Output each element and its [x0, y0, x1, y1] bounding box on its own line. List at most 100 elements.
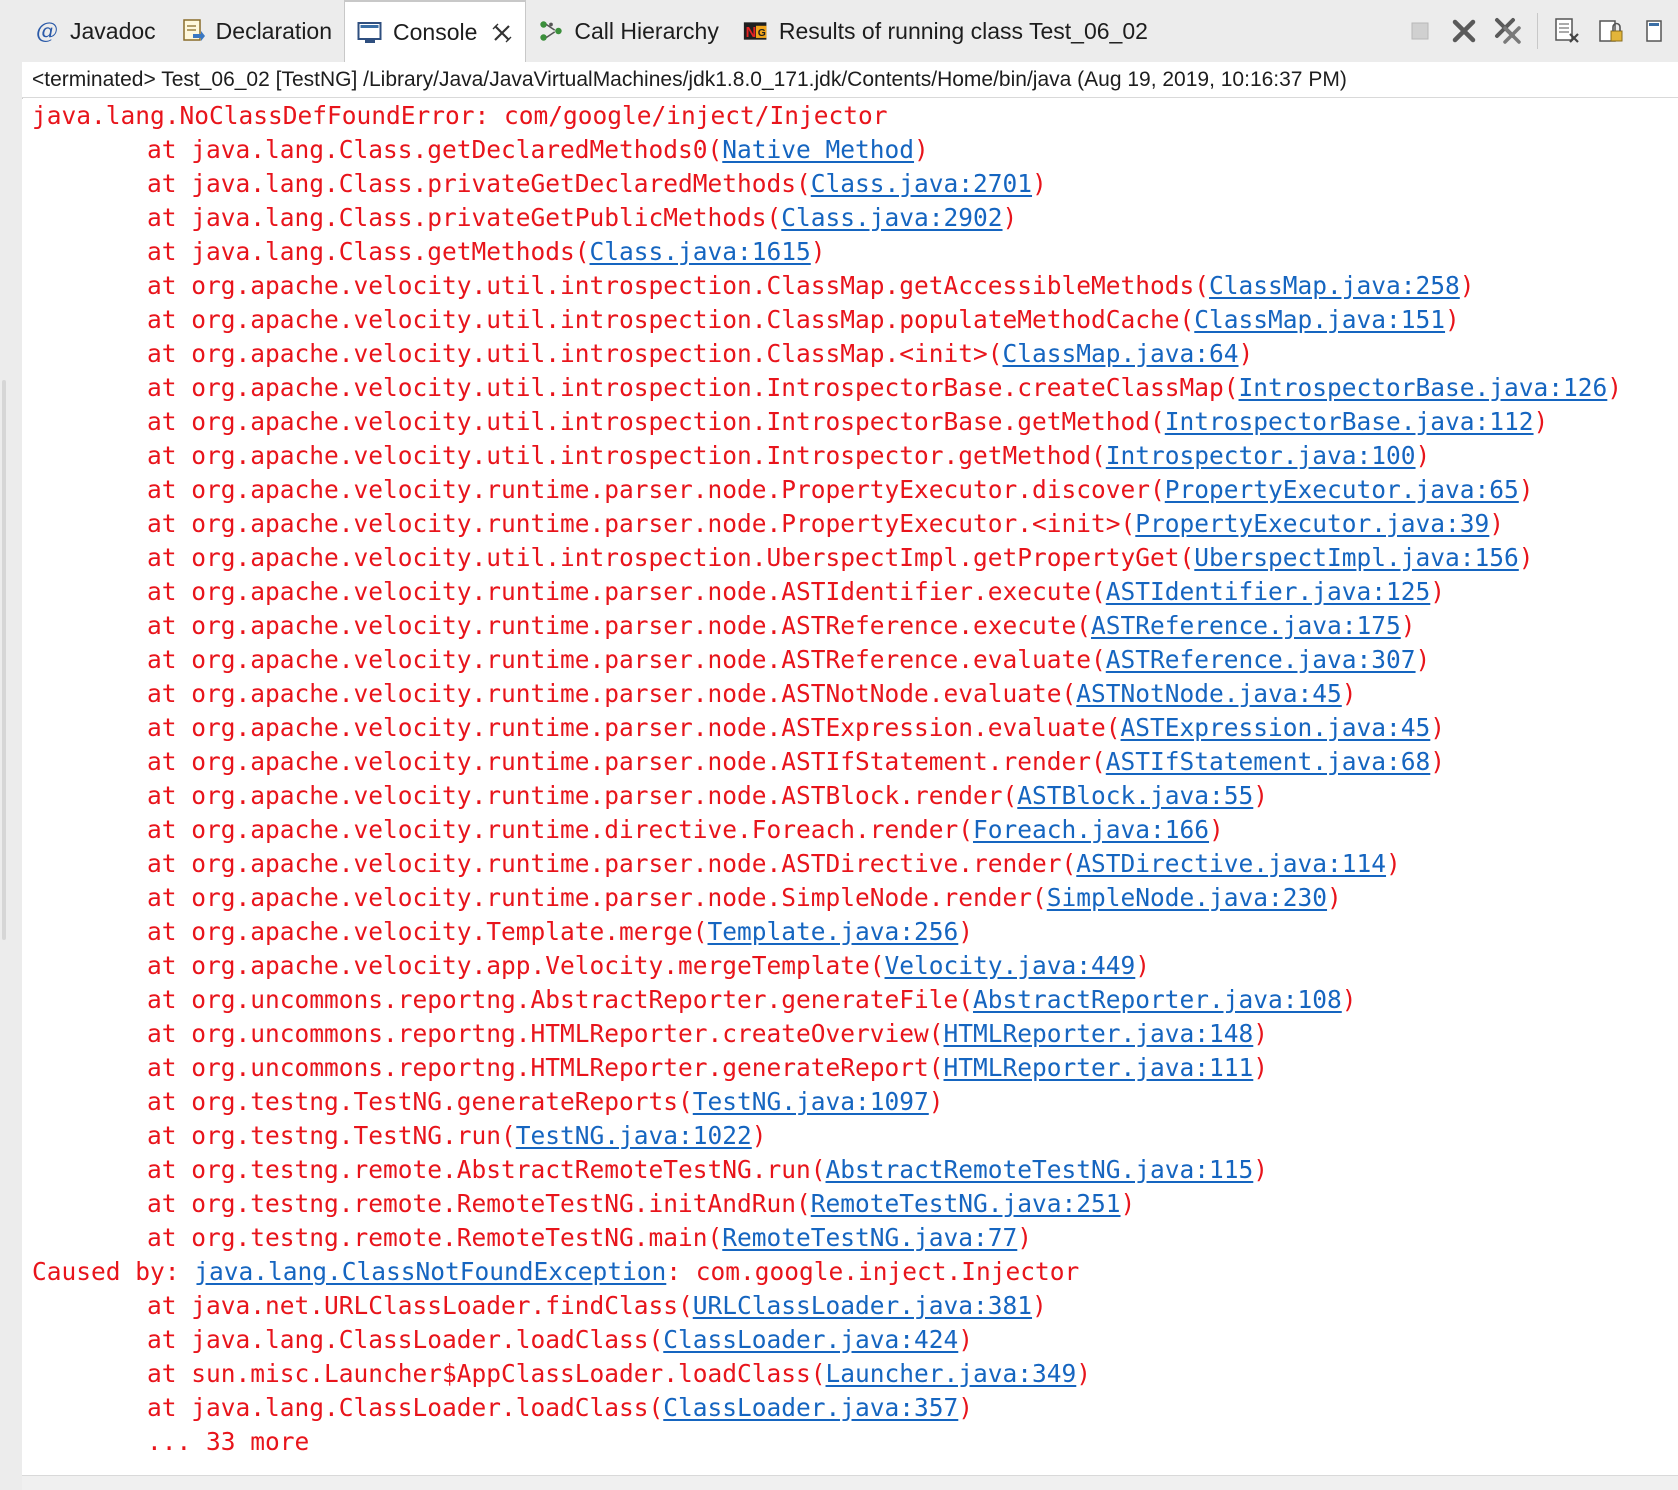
scroll-lock-icon[interactable] — [1596, 16, 1626, 46]
stack-frame-line: at sun.misc.Launcher$AppClassLoader.load… — [22, 1357, 1678, 1391]
stack-frame-text: at org.apache.velocity.runtime.parser.no… — [147, 747, 1106, 776]
source-link[interactable]: ASTExpression.java:45 — [1121, 713, 1431, 742]
stack-frame-suffix: ) — [1253, 1019, 1269, 1048]
tab-declaration[interactable]: Declaration — [168, 0, 344, 62]
source-link[interactable]: AbstractRemoteTestNG.java:115 — [826, 1155, 1254, 1184]
source-link[interactable]: IntrospectorBase.java:126 — [1239, 373, 1608, 402]
console-output[interactable]: java.lang.NoClassDefFoundError: com/goog… — [22, 99, 1678, 1475]
stack-frame-line: at org.testng.TestNG.run(TestNG.java:102… — [22, 1119, 1678, 1153]
tab-javadoc[interactable]: @ Javadoc — [22, 0, 168, 62]
source-link[interactable]: ClassMap.java:64 — [1003, 339, 1239, 368]
stack-frame-line: at org.testng.remote.RemoteTestNG.main(R… — [22, 1221, 1678, 1255]
tab-testng-results[interactable]: N G Results of running class Test_06_02 — [731, 0, 1160, 62]
source-link[interactable]: ASTBlock.java:55 — [1017, 781, 1253, 810]
source-link[interactable]: Native Method — [722, 135, 914, 164]
svg-text:N: N — [745, 25, 756, 41]
stack-frame-line: at java.lang.ClassLoader.loadClass(Class… — [22, 1323, 1678, 1357]
stack-frame-line: at org.apache.velocity.runtime.parser.no… — [22, 881, 1678, 915]
stack-frame-text: at org.apache.velocity.runtime.directive… — [147, 815, 974, 844]
source-link[interactable]: Class.java:1615 — [590, 237, 811, 266]
source-link[interactable]: ASTIdentifier.java:125 — [1106, 577, 1431, 606]
source-link[interactable]: ASTReference.java:307 — [1106, 645, 1416, 674]
source-link[interactable]: Introspector.java:100 — [1106, 441, 1416, 470]
stack-frame-suffix: ) — [1430, 577, 1446, 606]
console-toolbar — [1405, 0, 1678, 62]
source-link[interactable]: Velocity.java:449 — [885, 951, 1136, 980]
tab-call-hierarchy[interactable]: Call Hierarchy — [526, 0, 730, 62]
stack-frame-suffix: ) — [1415, 645, 1431, 674]
source-link[interactable]: PropertyExecutor.java:65 — [1165, 475, 1519, 504]
tab-label: Console — [393, 19, 478, 45]
stack-frame-text: at org.apache.velocity.util.introspectio… — [147, 271, 1210, 300]
stack-frame-suffix: ) — [1032, 169, 1047, 198]
stack-frame-line: at java.lang.ClassLoader.loadClass(Class… — [22, 1391, 1678, 1425]
testng-icon: N G — [743, 18, 769, 44]
source-link[interactable]: ClassMap.java:151 — [1194, 305, 1445, 334]
stack-frame-suffix: ) — [1607, 373, 1623, 402]
source-link[interactable]: TestNG.java:1097 — [693, 1087, 929, 1116]
close-tab-icon[interactable] — [491, 22, 513, 44]
remove-all-terminated-icon[interactable] — [1493, 16, 1523, 46]
source-link[interactable]: SimpleNode.java:230 — [1047, 883, 1327, 912]
source-link[interactable]: Foreach.java:166 — [973, 815, 1209, 844]
stack-frame-suffix: ) — [1135, 951, 1151, 980]
stack-frame-suffix: ) — [1341, 985, 1357, 1014]
tab-console[interactable]: Console — [344, 0, 527, 63]
source-link[interactable]: Class.java:2902 — [781, 203, 1002, 232]
stack-frame-suffix: ) — [1430, 747, 1446, 776]
source-link[interactable]: ClassMap.java:258 — [1209, 271, 1460, 300]
stack-frame-line: at java.lang.Class.getDeclaredMethods0(N… — [22, 133, 1678, 167]
stack-frame-line: at org.uncommons.reportng.HTMLReporter.g… — [22, 1051, 1678, 1085]
stack-frame-suffix: ) — [1032, 1291, 1047, 1320]
svg-text:G: G — [758, 28, 766, 39]
stack-frame-line: at org.apache.velocity.runtime.parser.no… — [22, 643, 1678, 677]
stack-frame-text: at org.apache.velocity.runtime.parser.no… — [147, 475, 1165, 504]
source-link[interactable]: IntrospectorBase.java:112 — [1165, 407, 1534, 436]
stack-frame-line: at org.apache.velocity.util.introspectio… — [22, 439, 1678, 473]
stack-frame-suffix: ) — [1327, 883, 1342, 912]
source-link[interactable]: RemoteTestNG.java:77 — [722, 1223, 1017, 1252]
stack-frame-text: at java.lang.Class.privateGetDeclaredMet… — [147, 169, 811, 198]
source-link[interactable]: HTMLReporter.java:148 — [944, 1019, 1254, 1048]
source-link[interactable]: HTMLReporter.java:111 — [944, 1053, 1254, 1082]
source-link[interactable]: TestNG.java:1022 — [516, 1121, 752, 1150]
source-link[interactable]: ASTIfStatement.java:68 — [1106, 747, 1431, 776]
toolbar-separator — [1537, 13, 1538, 49]
stack-frame-text: at org.apache.velocity.util.introspectio… — [147, 441, 1106, 470]
stack-frame-line: at org.apache.velocity.runtime.parser.no… — [22, 507, 1678, 541]
stack-frame-line: at org.apache.velocity.util.introspectio… — [22, 371, 1678, 405]
stack-frame-text: at org.apache.velocity.runtime.parser.no… — [147, 781, 1018, 810]
stack-frame-line: at org.apache.velocity.runtime.directive… — [22, 813, 1678, 847]
source-link[interactable]: Launcher.java:349 — [826, 1359, 1077, 1388]
source-link[interactable]: ClassLoader.java:424 — [663, 1325, 958, 1354]
source-link[interactable]: URLClassLoader.java:381 — [693, 1291, 1032, 1320]
source-link[interactable]: PropertyExecutor.java:39 — [1135, 509, 1489, 538]
remove-launch-icon[interactable] — [1449, 16, 1479, 46]
source-link[interactable]: AbstractReporter.java:108 — [973, 985, 1342, 1014]
stack-frame-suffix: ) — [810, 237, 826, 266]
stack-frame-text: at java.lang.Class.getDeclaredMethods0( — [147, 135, 723, 164]
clear-console-icon[interactable] — [1552, 16, 1582, 46]
source-link[interactable]: java.lang.ClassNotFoundException — [194, 1257, 666, 1286]
source-link[interactable]: ASTReference.java:175 — [1091, 611, 1401, 640]
stack-frame-text: at org.uncommons.reportng.HTMLReporter.g… — [147, 1053, 944, 1082]
source-link[interactable]: ClassLoader.java:357 — [663, 1393, 958, 1422]
tab-label: Results of running class Test_06_02 — [778, 17, 1148, 44]
source-link[interactable]: UberspectImpl.java:156 — [1194, 543, 1519, 572]
stack-frame-line: at java.net.URLClassLoader.findClass(URL… — [22, 1289, 1678, 1323]
stack-frame-suffix: ) — [1459, 271, 1475, 300]
source-link[interactable]: ASTDirective.java:114 — [1076, 849, 1386, 878]
stack-frame-suffix: ) — [1430, 713, 1446, 742]
source-link[interactable]: ASTNotNode.java:45 — [1076, 679, 1342, 708]
terminate-icon[interactable] — [1405, 16, 1435, 46]
stack-frame-suffix: : com.google.inject.Injector — [666, 1257, 1080, 1286]
stack-frame-line: at org.apache.velocity.util.introspectio… — [22, 541, 1678, 575]
source-link[interactable]: RemoteTestNG.java:251 — [811, 1189, 1121, 1218]
source-link[interactable]: Class.java:2701 — [811, 169, 1032, 198]
source-link[interactable]: Template.java:256 — [708, 917, 959, 946]
left-edge-panel — [0, 0, 23, 1490]
left-scroll-mark — [2, 380, 6, 940]
pin-console-icon[interactable] — [1640, 16, 1670, 46]
stack-frame-text: java.lang.NoClassDefFoundError: com/goog… — [32, 101, 888, 130]
exception-header-line: java.lang.NoClassDefFoundError: com/goog… — [22, 99, 1678, 133]
